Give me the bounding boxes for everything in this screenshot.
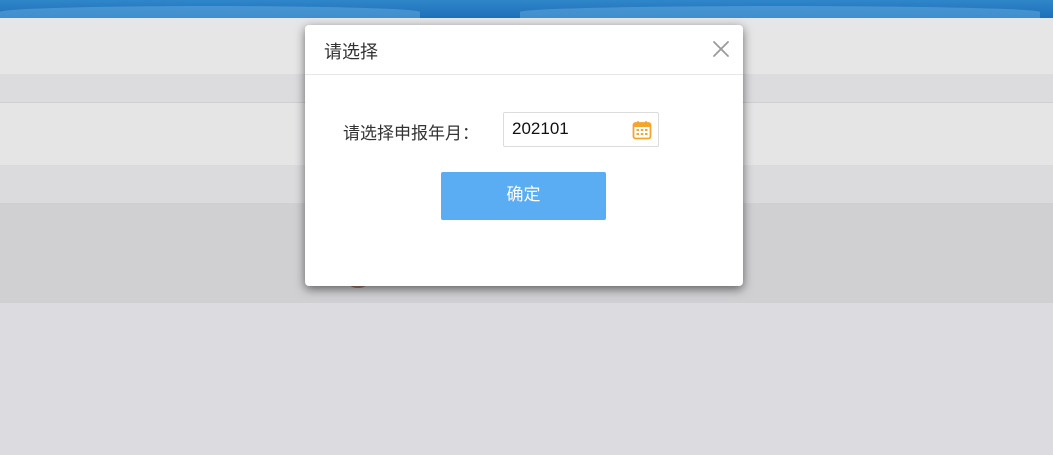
period-label: 请选择申报年月： — [343, 124, 479, 144]
period-field-row: 请选择申报年月： — [305, 112, 743, 148]
content-area — [0, 303, 1053, 455]
top-banner — [0, 0, 1053, 18]
select-dialog: 请选择 请选择申报年月： 202101 确定 — [305, 25, 743, 286]
dialog-title: 请选择 — [324, 42, 378, 63]
period-input[interactable] — [512, 119, 622, 139]
confirm-button[interactable]: 确定 — [441, 172, 606, 220]
period-input-box[interactable] — [503, 112, 659, 147]
calendar-icon[interactable] — [632, 120, 652, 140]
dialog-header: 请选择 — [305, 25, 743, 75]
close-icon[interactable] — [711, 39, 731, 59]
